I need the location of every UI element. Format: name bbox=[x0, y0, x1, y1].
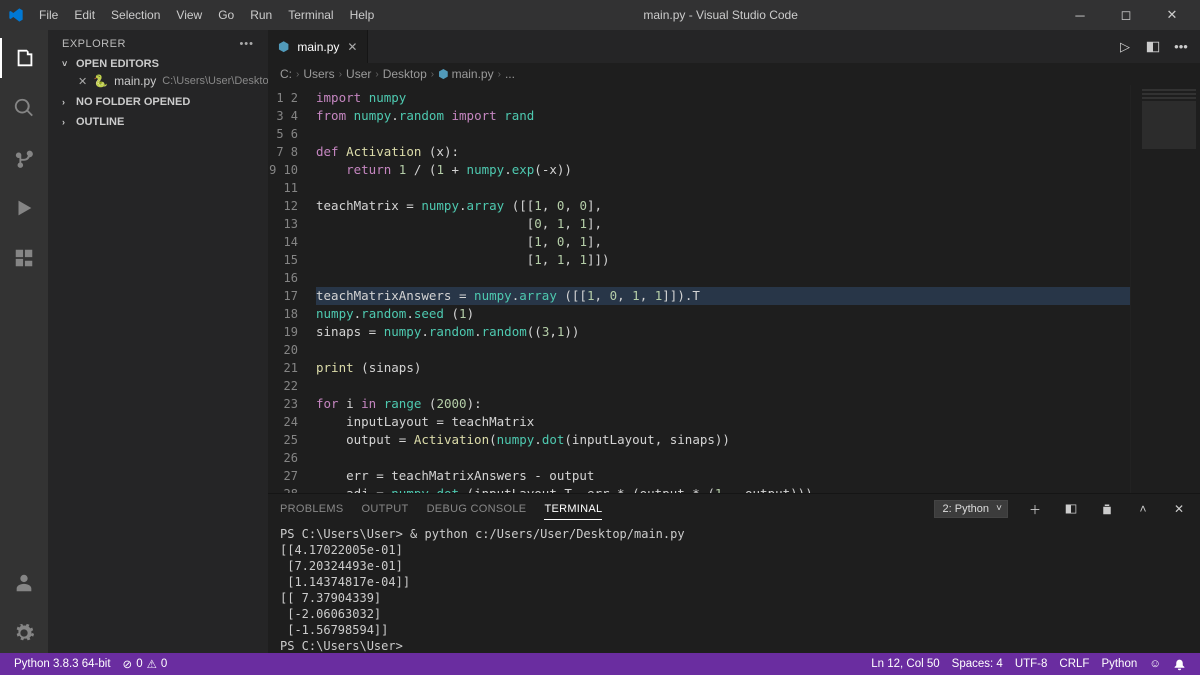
status-notifications-icon[interactable] bbox=[1167, 658, 1192, 671]
breadcrumb-item[interactable]: User bbox=[346, 67, 371, 81]
status-cursor-position[interactable]: Ln 12, Col 50 bbox=[865, 658, 945, 670]
no-folder-header[interactable]: ›NO FOLDER OPENED bbox=[48, 94, 268, 110]
menu-view[interactable]: View bbox=[169, 4, 209, 26]
main-area: EXPLORER ••• ˅OPEN EDITORS ✕ 🐍 main.py C… bbox=[0, 30, 1200, 653]
python-file-icon: ⬢ bbox=[278, 39, 289, 55]
outline-section: ›OUTLINE bbox=[48, 112, 268, 132]
maximize-button[interactable]: ◻ bbox=[1106, 0, 1146, 30]
editor-area: ⬢ main.py ✕ ▷ ••• C:› Users› User› Deskt… bbox=[268, 30, 1200, 653]
status-python-version[interactable]: Python 3.8.3 64-bit bbox=[8, 658, 117, 670]
sidebar-title: EXPLORER ••• bbox=[48, 30, 268, 54]
python-file-icon: 🐍 bbox=[93, 74, 108, 88]
open-editor-item[interactable]: ✕ 🐍 main.py C:\Users\User\Desktop bbox=[48, 72, 268, 90]
explorer-icon[interactable] bbox=[0, 38, 48, 78]
close-panel-icon[interactable]: ✕ bbox=[1170, 500, 1188, 518]
line-numbers: 1 2 3 4 5 6 7 8 9 10 11 12 13 14 15 16 1… bbox=[268, 85, 308, 493]
bottom-panel: PROBLEMS OUTPUT DEBUG CONSOLE TERMINAL 2… bbox=[268, 493, 1200, 653]
open-editors-header[interactable]: ˅OPEN EDITORS bbox=[48, 56, 268, 72]
menu-go[interactable]: Go bbox=[211, 4, 241, 26]
close-button[interactable]: ✕ bbox=[1152, 0, 1192, 30]
more-actions-icon[interactable]: ••• bbox=[1172, 38, 1190, 56]
code-content[interactable]: import numpy from numpy.random import ra… bbox=[308, 85, 1130, 493]
status-eol[interactable]: CRLF bbox=[1053, 658, 1095, 670]
run-file-icon[interactable]: ▷ bbox=[1116, 38, 1134, 56]
menu-edit[interactable]: Edit bbox=[67, 4, 102, 26]
outline-header[interactable]: ›OUTLINE bbox=[48, 114, 268, 130]
menu-file[interactable]: File bbox=[32, 4, 65, 26]
status-feedback-icon[interactable]: ☺ bbox=[1143, 658, 1167, 670]
close-icon[interactable]: ✕ bbox=[347, 40, 357, 54]
terminal-selector-dropdown[interactable]: 2: Python bbox=[934, 500, 1008, 518]
vscode-logo-icon bbox=[8, 7, 24, 23]
menu-terminal[interactable]: Terminal bbox=[281, 4, 340, 26]
panel-tab-output[interactable]: OUTPUT bbox=[362, 499, 409, 519]
menu-bar: File Edit Selection View Go Run Terminal… bbox=[32, 4, 381, 26]
kill-terminal-icon[interactable] bbox=[1098, 500, 1116, 518]
breadcrumb-item[interactable]: Desktop bbox=[383, 67, 427, 81]
file-name: main.py bbox=[114, 74, 156, 88]
error-icon: ⊘ bbox=[123, 657, 133, 671]
no-folder-section: ›NO FOLDER OPENED bbox=[48, 92, 268, 112]
breadcrumb-item[interactable]: ⬢ main.py bbox=[438, 67, 494, 81]
editor-actions: ▷ ••• bbox=[1106, 30, 1200, 63]
breadcrumb-item[interactable]: Users bbox=[303, 67, 334, 81]
breadcrumb-item[interactable]: C: bbox=[280, 67, 292, 81]
terminal-output[interactable]: PS C:\Users\User> & python c:/Users/User… bbox=[268, 524, 1200, 653]
activity-bar bbox=[0, 30, 48, 653]
run-debug-icon[interactable] bbox=[0, 188, 48, 228]
maximize-panel-icon[interactable]: ˄ bbox=[1134, 500, 1152, 518]
window-title: main.py - Visual Studio Code bbox=[381, 8, 1060, 22]
status-indentation[interactable]: Spaces: 4 bbox=[946, 658, 1009, 670]
close-icon[interactable]: ✕ bbox=[78, 75, 87, 88]
menu-run[interactable]: Run bbox=[243, 4, 279, 26]
tab-label: main.py bbox=[297, 40, 339, 54]
menu-selection[interactable]: Selection bbox=[104, 4, 167, 26]
panel-tab-debug-console[interactable]: DEBUG CONSOLE bbox=[427, 499, 527, 519]
warning-icon: ⚠ bbox=[147, 657, 157, 671]
panel-tab-terminal[interactable]: TERMINAL bbox=[544, 499, 602, 520]
breadcrumb-item[interactable]: ... bbox=[505, 67, 515, 81]
status-bar: Python 3.8.3 64-bit ⊘0 ⚠0 Ln 12, Col 50 … bbox=[0, 653, 1200, 675]
breadcrumb[interactable]: C:› Users› User› Desktop› ⬢ main.py› ... bbox=[268, 63, 1200, 85]
panel-tab-problems[interactable]: PROBLEMS bbox=[280, 499, 344, 519]
extensions-icon[interactable] bbox=[0, 238, 48, 278]
editor-body[interactable]: 1 2 3 4 5 6 7 8 9 10 11 12 13 14 15 16 1… bbox=[268, 85, 1200, 493]
new-terminal-icon[interactable]: ＋ bbox=[1026, 500, 1044, 518]
file-path: C:\Users\User\Desktop bbox=[162, 75, 274, 87]
open-editors-section: ˅OPEN EDITORS ✕ 🐍 main.py C:\Users\User\… bbox=[48, 54, 268, 92]
minimize-button[interactable]: ─ bbox=[1060, 0, 1100, 30]
tab-main-py[interactable]: ⬢ main.py ✕ bbox=[268, 30, 368, 63]
settings-gear-icon[interactable] bbox=[0, 613, 48, 653]
source-control-icon[interactable] bbox=[0, 138, 48, 178]
status-language[interactable]: Python bbox=[1095, 658, 1143, 670]
split-editor-icon[interactable] bbox=[1144, 38, 1162, 56]
sidebar: EXPLORER ••• ˅OPEN EDITORS ✕ 🐍 main.py C… bbox=[48, 30, 268, 653]
status-encoding[interactable]: UTF-8 bbox=[1009, 658, 1054, 670]
editor-tabs: ⬢ main.py ✕ ▷ ••• bbox=[268, 30, 1200, 63]
sidebar-more-icon[interactable]: ••• bbox=[239, 38, 254, 50]
accounts-icon[interactable] bbox=[0, 563, 48, 603]
search-icon[interactable] bbox=[0, 88, 48, 128]
window-controls: ─ ◻ ✕ bbox=[1060, 0, 1192, 30]
menu-help[interactable]: Help bbox=[343, 4, 382, 26]
split-terminal-icon[interactable] bbox=[1062, 500, 1080, 518]
status-problems[interactable]: ⊘0 ⚠0 bbox=[117, 657, 174, 671]
panel-tabs: PROBLEMS OUTPUT DEBUG CONSOLE TERMINAL 2… bbox=[268, 494, 1200, 524]
titlebar: File Edit Selection View Go Run Terminal… bbox=[0, 0, 1200, 30]
minimap[interactable] bbox=[1130, 85, 1200, 493]
